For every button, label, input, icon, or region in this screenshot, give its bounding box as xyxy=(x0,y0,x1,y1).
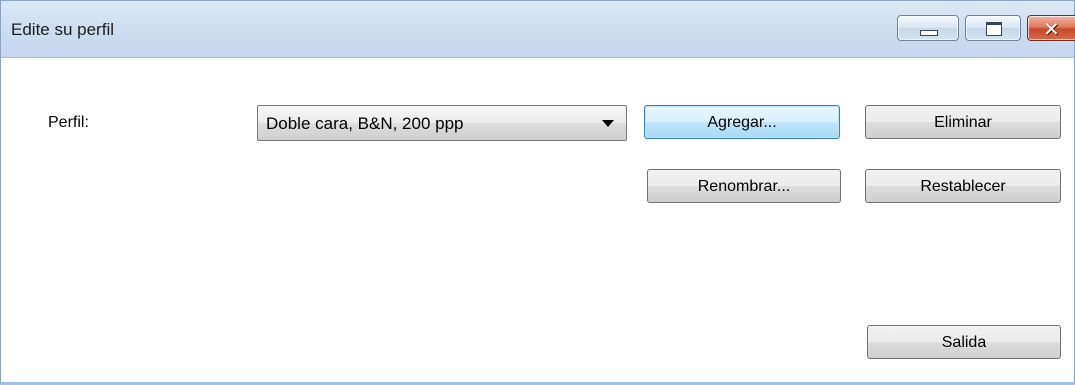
maximize-icon xyxy=(986,22,1002,36)
title-bar[interactable]: Edite su perfil ✕ xyxy=(1,1,1075,58)
rename-button[interactable]: Renombrar... xyxy=(647,169,841,203)
profile-label: Perfil: xyxy=(48,114,89,131)
exit-button[interactable]: Salida xyxy=(867,325,1061,359)
profile-selected-value: Doble cara, B&N, 200 ppp xyxy=(266,114,464,133)
profile-dropdown[interactable]: Doble cara, B&N, 200 ppp xyxy=(257,105,627,141)
add-button[interactable]: Agregar... xyxy=(644,105,840,139)
chevron-down-icon xyxy=(602,120,614,127)
maximize-button[interactable] xyxy=(965,15,1021,41)
minimize-icon xyxy=(920,30,938,36)
reset-button[interactable]: Restablecer xyxy=(865,169,1061,203)
close-button[interactable]: ✕ xyxy=(1027,15,1075,41)
close-icon: ✕ xyxy=(1043,17,1060,41)
window-title: Edite su perfil xyxy=(11,20,114,39)
minimize-button[interactable] xyxy=(897,15,959,41)
delete-button[interactable]: Eliminar xyxy=(865,105,1061,139)
edit-profile-dialog: Edite su perfil ✕ Perfil: Doble cara, B&… xyxy=(0,0,1075,385)
